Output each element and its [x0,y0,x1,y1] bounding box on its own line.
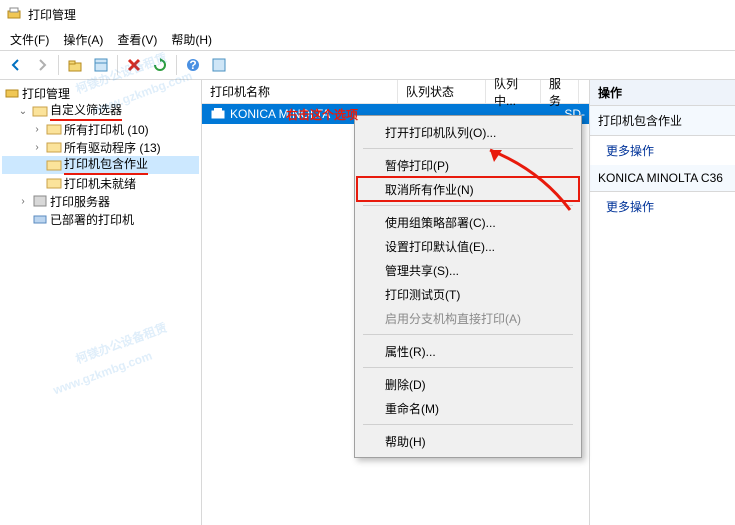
filter-icon [46,175,62,191]
menubar: 文件(F) 操作(A) 查看(V) 帮助(H) [0,28,735,50]
printer-icon [210,106,226,122]
help-button[interactable]: ? [181,53,205,77]
actions-pane: 操作 打印机包含作业 更多操作 KONICA MINOLTA C36 更多操作 [590,80,735,525]
deployed-icon [32,211,48,227]
extra-button[interactable] [207,53,231,77]
ctx-properties[interactable]: 属性(R)... [357,339,579,363]
menu-file[interactable]: 文件(F) [4,29,55,50]
tree-not-ready[interactable]: 打印机未就绪 [2,174,199,192]
ctx-defaults[interactable]: 设置打印默认值(E)... [357,234,579,258]
tree-custom-filters[interactable]: ⌄ 自定义筛选器 [2,102,199,120]
view-button[interactable] [89,53,113,77]
actions-group2: KONICA MINOLTA C36 [590,165,735,192]
col-server[interactable]: 服务 [541,80,579,103]
actions-group1: 打印机包含作业 [590,106,735,136]
tree-servers[interactable]: › 打印服务器 [2,192,199,210]
annotation-arrow [480,140,580,220]
delete-button[interactable] [122,53,146,77]
tree-all-printers[interactable]: › 所有打印机 (10) [2,120,199,138]
menu-view[interactable]: 查看(V) [111,29,163,50]
svg-text:?: ? [189,58,196,72]
toolbar: ? [0,50,735,80]
tree-deployed[interactable]: 已部署的打印机 [2,210,199,228]
actions-more2[interactable]: 更多操作 [590,192,735,221]
annotation-text: 右击这个选项 [286,106,358,123]
filter-icon [46,139,62,155]
ctx-test-page[interactable]: 打印测试页(T) [357,282,579,306]
back-button[interactable] [4,53,28,77]
forward-button[interactable] [30,53,54,77]
actions-more1[interactable]: 更多操作 [590,136,735,165]
col-printer-name[interactable]: 打印机名称 [202,80,398,103]
filter-icon [46,157,62,173]
tree-all-drivers[interactable]: › 所有驱动程序 (13) [2,138,199,156]
up-button[interactable] [63,53,87,77]
col-queue-state[interactable]: 队列状态 [398,80,486,103]
list-header: 打印机名称 队列状态 队列中... 服务 [202,80,589,104]
app-icon [6,6,22,22]
tree-printers-with-jobs[interactable]: 打印机包含作业 [2,156,199,174]
twisty-icon[interactable]: ⌄ [16,104,30,118]
col-in-queue[interactable]: 队列中... [486,80,541,103]
server-icon [32,193,48,209]
tree-root[interactable]: 打印管理 [2,84,199,102]
ctx-help[interactable]: 帮助(H) [357,429,579,453]
ctx-branch: 启用分支机构直接打印(A) [357,306,579,330]
folder-icon [32,103,48,119]
window-title: 打印管理 [28,6,76,23]
ctx-delete[interactable]: 删除(D) [357,372,579,396]
ctx-rename[interactable]: 重命名(M) [357,396,579,420]
print-mgmt-icon [4,85,20,101]
refresh-button[interactable] [148,53,172,77]
ctx-share[interactable]: 管理共享(S)... [357,258,579,282]
tree-pane: 打印管理 ⌄ 自定义筛选器 › 所有打印机 (10) › 所有驱动程序 (13)… [0,80,202,525]
menu-help[interactable]: 帮助(H) [165,29,218,50]
menu-action[interactable]: 操作(A) [57,29,109,50]
actions-head: 操作 [590,80,735,106]
filter-icon [46,121,62,137]
